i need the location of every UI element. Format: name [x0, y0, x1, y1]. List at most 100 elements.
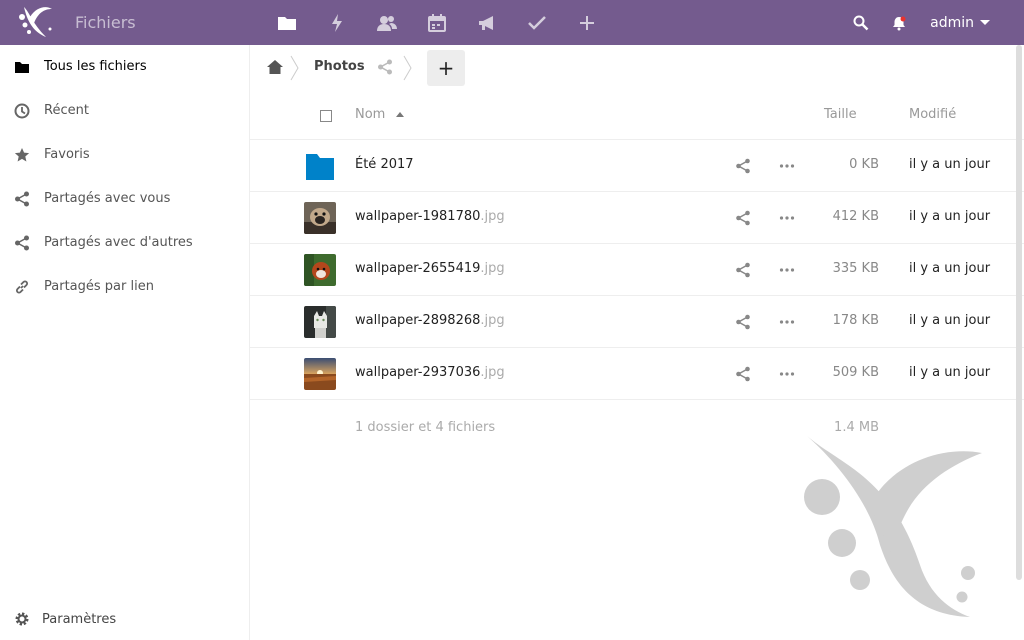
- sidebar-item-label: Favoris: [44, 147, 90, 162]
- sidebar: Tous les fichiers Récent Favoris Partagé…: [0, 45, 250, 640]
- more-icon[interactable]: [779, 314, 795, 330]
- breadcrumb-current-folder[interactable]: Photos: [314, 59, 365, 74]
- sidebar-item-label: Partagés avec vous: [44, 191, 171, 206]
- sidebar-item-recent[interactable]: Récent: [0, 89, 249, 133]
- share-icon[interactable]: [735, 158, 751, 174]
- app-menu: [262, 10, 612, 36]
- image-thumbnail-red-panda: [304, 254, 336, 286]
- table-header: Nom Taille Modifié: [250, 89, 1024, 140]
- folder-icon: [306, 154, 334, 180]
- file-modified: il y a un jour: [909, 157, 991, 172]
- more-icon[interactable]: [779, 262, 795, 278]
- table-row[interactable]: wallpaper-2898268.jpg 178 KB il y a un j…: [250, 296, 1024, 348]
- bell-icon: [893, 16, 906, 30]
- home-icon[interactable]: [266, 58, 284, 76]
- select-all-checkbox[interactable]: [320, 110, 332, 122]
- calendar-icon: [428, 14, 446, 32]
- image-thumbnail-sunset: [304, 358, 336, 390]
- search-button[interactable]: [842, 0, 880, 45]
- scrollbar[interactable]: [1016, 45, 1022, 580]
- activity-icon: [332, 14, 342, 32]
- app-title: Fichiers: [75, 13, 136, 32]
- file-name: wallpaper-2655419.jpg: [355, 261, 505, 276]
- sidebar-item-all-files[interactable]: Tous les fichiers: [0, 45, 249, 89]
- app-activity[interactable]: [312, 10, 362, 36]
- file-list-area: Photos + Nom Taille Modifié Été 2017 0 K…: [250, 45, 1024, 640]
- file-modified: il y a un jour: [909, 365, 991, 380]
- new-button[interactable]: +: [427, 50, 465, 86]
- sidebar-item-shared-with-you[interactable]: Partagés avec vous: [0, 177, 249, 221]
- more-icon[interactable]: [779, 158, 795, 174]
- breadcrumb: Photos +: [250, 45, 1024, 89]
- link-icon: [16, 280, 28, 294]
- settings-label: Paramètres: [42, 612, 117, 627]
- more-apps-icon: [580, 16, 594, 30]
- app-announcements[interactable]: [462, 10, 512, 36]
- chevron-right-icon: [290, 55, 299, 81]
- file-name: wallpaper-1981780.jpg: [355, 209, 505, 224]
- column-size-header[interactable]: Taille: [824, 107, 857, 122]
- top-header: Fichiers admin: [0, 0, 1024, 45]
- user-menu[interactable]: admin: [918, 0, 1024, 45]
- settings-button[interactable]: Paramètres: [0, 600, 249, 640]
- table-row[interactable]: wallpaper-2655419.jpg 335 KB il y a un j…: [250, 244, 1024, 296]
- tasks-icon: [528, 16, 546, 30]
- column-modified-header[interactable]: Modifié: [909, 107, 956, 122]
- chevron-down-icon: [980, 20, 990, 25]
- file-name: wallpaper-2937036.jpg: [355, 365, 505, 380]
- table-row[interactable]: Été 2017 0 KB il y a un jour: [250, 140, 1024, 192]
- clock-icon: [14, 103, 30, 119]
- sidebar-item-shared-by-link[interactable]: Partagés par lien: [0, 265, 249, 309]
- share-icon[interactable]: [735, 262, 751, 278]
- share-icon: [15, 191, 29, 207]
- chevron-right-icon: [403, 55, 412, 81]
- app-contacts[interactable]: [362, 10, 412, 36]
- file-name: Été 2017: [355, 157, 414, 172]
- sidebar-item-label: Partagés avec d'autres: [44, 235, 193, 250]
- file-modified: il y a un jour: [909, 209, 991, 224]
- sidebar-item-label: Tous les fichiers: [44, 59, 147, 74]
- file-size: 335 KB: [832, 261, 879, 276]
- gear-icon: [15, 612, 29, 626]
- announcements-icon: [479, 16, 493, 30]
- search-icon: [853, 15, 869, 30]
- files-icon: [278, 17, 296, 30]
- star-icon: [14, 148, 30, 162]
- watermark-logo: [804, 435, 982, 617]
- more-icon[interactable]: [779, 366, 795, 382]
- share-icon: [378, 59, 392, 75]
- file-size: 509 KB: [832, 365, 879, 380]
- nextcloud-logo[interactable]: [16, 3, 56, 41]
- file-size: 412 KB: [832, 209, 879, 224]
- file-list-summary: 1 dossier et 4 fichiers: [355, 420, 496, 435]
- sidebar-item-shared-with-others[interactable]: Partagés avec d'autres: [0, 221, 249, 265]
- sidebar-item-label: Récent: [44, 103, 89, 118]
- header-right: admin: [842, 0, 1024, 45]
- file-modified: il y a un jour: [909, 261, 991, 276]
- app-tasks[interactable]: [512, 10, 562, 36]
- share-icon[interactable]: [735, 366, 751, 382]
- file-list-total-size: 1.4 MB: [834, 420, 879, 435]
- notifications-button[interactable]: [880, 0, 918, 45]
- file-size: 0 KB: [849, 157, 879, 172]
- app-files[interactable]: [262, 10, 312, 36]
- sort-ascending-icon: [396, 112, 404, 117]
- column-name-header[interactable]: Nom: [355, 107, 385, 122]
- table-row[interactable]: wallpaper-1981780.jpg 412 KB il y a un j…: [250, 192, 1024, 244]
- table-row[interactable]: wallpaper-2937036.jpg 509 KB il y a un j…: [250, 348, 1024, 400]
- username: admin: [930, 14, 974, 31]
- file-size: 178 KB: [832, 313, 879, 328]
- app-more[interactable]: [562, 10, 612, 36]
- sidebar-item-label: Partagés par lien: [44, 279, 154, 294]
- share-icon[interactable]: [735, 210, 751, 226]
- sidebar-item-favorites[interactable]: Favoris: [0, 133, 249, 177]
- more-icon[interactable]: [779, 210, 795, 226]
- image-thumbnail-pug: [304, 202, 336, 234]
- folder-icon: [15, 62, 29, 73]
- share-icon: [15, 235, 29, 251]
- image-thumbnail-cat: [304, 306, 336, 338]
- file-name: wallpaper-2898268.jpg: [355, 313, 505, 328]
- app-calendar[interactable]: [412, 10, 462, 36]
- share-icon[interactable]: [735, 314, 751, 330]
- contacts-icon: [377, 16, 397, 31]
